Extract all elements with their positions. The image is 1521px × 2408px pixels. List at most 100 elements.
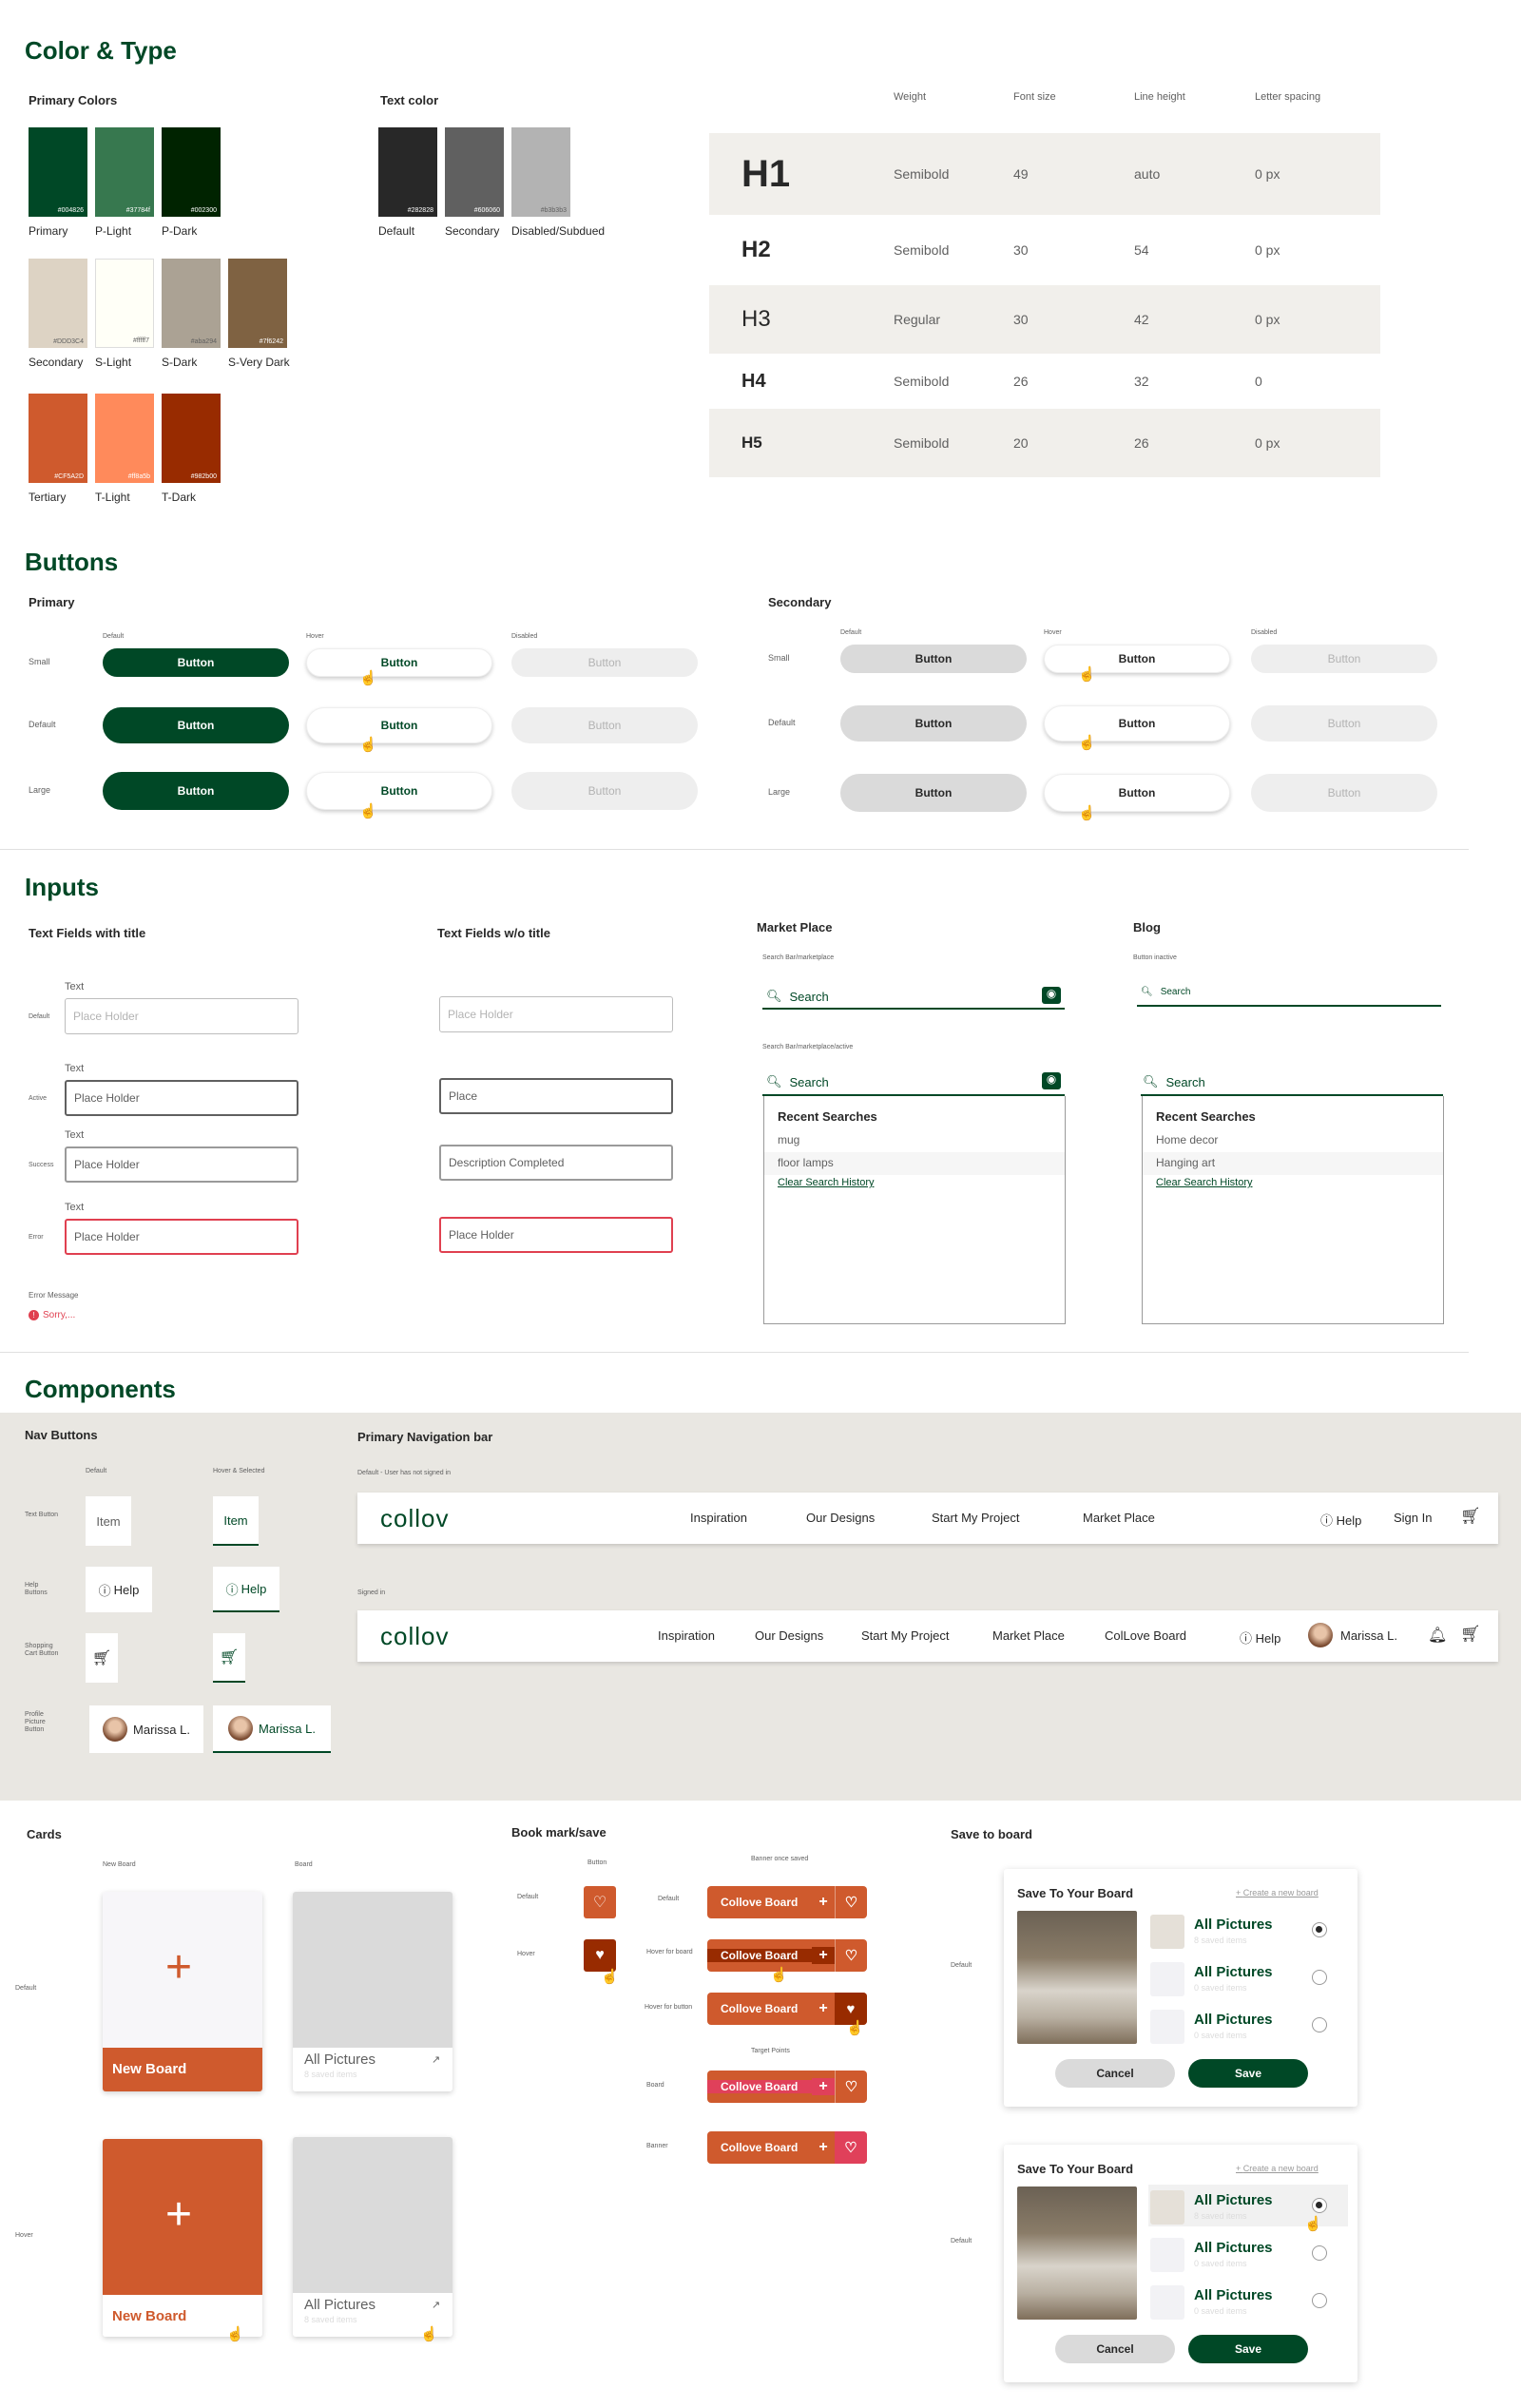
nav-link-our-designs[interactable]: Our Designs — [755, 1628, 823, 1643]
cancel-button[interactable]: Cancel — [1055, 2335, 1175, 2363]
primary-button-disabled[interactable]: Button — [511, 648, 698, 677]
collove-board-target-board[interactable]: Collove Board + ♡ — [707, 2071, 867, 2103]
sign-in-link[interactable]: Sign In — [1394, 1511, 1432, 1525]
cart-icon[interactable]: 🛒︎ — [213, 1633, 245, 1683]
board-option-row[interactable]: All Pictures 0 saved items — [1148, 2280, 1348, 2321]
clear-search-history-link[interactable]: Clear Search History — [1143, 1175, 1443, 1188]
secondary-button-disabled[interactable]: Button — [1251, 705, 1437, 742]
nav-help-button[interactable]: ⓘ Help — [86, 1567, 152, 1612]
blog-search-bar[interactable]: 🔍︎ Search — [1141, 987, 1190, 997]
nav-link-start-my-project[interactable]: Start My Project — [932, 1511, 1019, 1525]
camera-icon[interactable]: ◉ — [1042, 1072, 1061, 1089]
heart-icon[interactable]: ♡ — [835, 2131, 867, 2164]
text-field-with-title[interactable]: Place Holder — [65, 998, 298, 1034]
nav-link-our-designs[interactable]: Our Designs — [806, 1511, 875, 1525]
create-board-link[interactable]: + Create a new board — [1236, 2164, 1319, 2173]
nav-link-inspiration[interactable]: Inspiration — [690, 1511, 747, 1525]
secondary-button-disabled[interactable]: Button — [1251, 645, 1437, 673]
collov-logo[interactable]: collov — [380, 1622, 449, 1651]
collove-board-banner-hover-button[interactable]: Collove Board + ♥ — [707, 1993, 867, 2025]
recent-search-item[interactable]: Home decor — [1143, 1129, 1443, 1152]
nav-link-market-place[interactable]: Market Place — [992, 1628, 1065, 1643]
marketplace-search-bar-active[interactable]: 🔍︎ Search — [766, 1074, 829, 1089]
board-option-row[interactable]: All Pictures 0 saved items — [1148, 2232, 1348, 2274]
plus-icon[interactable]: + — [812, 2078, 835, 2095]
secondary-button-hover[interactable]: Button — [1044, 774, 1230, 812]
marketplace-search-bar[interactable]: 🔍︎ Search — [766, 989, 829, 1004]
plus-icon[interactable]: + — [812, 2000, 835, 2017]
primary-button-disabled[interactable]: Button — [511, 707, 698, 743]
nav-help-link[interactable]: ⓘ Help — [1320, 1511, 1361, 1529]
secondary-button[interactable]: Button — [840, 705, 1027, 742]
board-radio[interactable] — [1312, 1922, 1327, 1937]
board-card[interactable]: All Pictures 8 saved items ↗ — [293, 1892, 452, 2091]
primary-button-disabled[interactable]: Button — [511, 772, 698, 810]
text-field-without-title[interactable]: Description Completed — [439, 1145, 673, 1181]
board-radio[interactable] — [1312, 2017, 1327, 2032]
board-option-row[interactable]: All Pictures 0 saved items — [1148, 1956, 1348, 1998]
nav-link-start-my-project[interactable]: Start My Project — [861, 1628, 949, 1643]
create-board-link[interactable]: + Create a new board — [1236, 1888, 1319, 1898]
secondary-button[interactable]: Button — [840, 645, 1027, 673]
text-field-without-title[interactable]: Place Holder — [439, 996, 673, 1032]
secondary-button-disabled[interactable]: Button — [1251, 774, 1437, 812]
cart-icon[interactable]: 🛒︎ — [1460, 1507, 1481, 1526]
profile-button[interactable]: Marissa L. — [89, 1705, 203, 1753]
heart-icon[interactable]: ♥ — [584, 1939, 616, 1972]
nav-link-market-place[interactable]: Market Place — [1083, 1511, 1155, 1525]
board-option-row[interactable]: All Pictures 0 saved items — [1148, 2004, 1348, 2046]
plus-icon[interactable]: + — [812, 1947, 835, 1964]
recent-search-item[interactable]: floor lamps — [764, 1152, 1065, 1175]
secondary-button-hover[interactable]: Button — [1044, 645, 1230, 673]
profile-button[interactable]: Marissa L. — [1308, 1623, 1397, 1647]
edit-icon[interactable]: ↗ — [432, 2299, 440, 2311]
primary-button-hover[interactable]: Button — [306, 707, 492, 743]
primary-button[interactable]: Button — [103, 707, 289, 743]
board-radio[interactable] — [1312, 2198, 1327, 2213]
recent-search-item[interactable]: mug — [764, 1129, 1065, 1152]
text-field-without-title[interactable]: Place Holder — [439, 1217, 673, 1253]
nav-help-button-selected[interactable]: ⓘ Help — [213, 1567, 279, 1612]
primary-button-hover[interactable]: Button — [306, 772, 492, 810]
nav-link-inspiration[interactable]: Inspiration — [658, 1628, 715, 1643]
bell-icon[interactable]: 🔔︎ — [1428, 1626, 1447, 1645]
camera-icon[interactable]: ◉ — [1042, 987, 1061, 1004]
secondary-button[interactable]: Button — [840, 774, 1027, 812]
collove-board-target-banner[interactable]: Collove Board + ♡ — [707, 2131, 867, 2164]
nav-link-collove-board[interactable]: ColLove Board — [1105, 1628, 1186, 1643]
cancel-button[interactable]: Cancel — [1055, 2059, 1175, 2088]
board-radio[interactable] — [1312, 2245, 1327, 2261]
new-board-card[interactable]: + New Board — [103, 1892, 262, 2091]
blog-search-bar-active[interactable]: 🔍︎ Search — [1143, 1074, 1205, 1089]
nav-help-link[interactable]: ⓘ Help — [1240, 1628, 1280, 1647]
nav-item-button[interactable]: Item — [86, 1496, 131, 1546]
collove-board-banner[interactable]: Collove Board + ♡ — [707, 1886, 867, 1918]
cart-icon[interactable]: 🛒︎ — [1460, 1625, 1481, 1644]
heart-icon[interactable]: ♡ — [835, 1886, 867, 1918]
plus-icon[interactable]: + — [812, 2139, 835, 2156]
board-radio[interactable] — [1312, 2293, 1327, 2308]
collov-logo[interactable]: collov — [380, 1504, 449, 1533]
cart-icon[interactable]: 🛒︎ — [86, 1633, 118, 1683]
text-field-without-title[interactable]: Place — [439, 1078, 673, 1114]
save-button[interactable]: Save — [1188, 2059, 1308, 2088]
text-field-with-title[interactable]: Place Holder — [65, 1146, 298, 1183]
heart-icon[interactable]: ♡ — [835, 1939, 867, 1972]
board-option-row[interactable]: All Pictures 8 saved items — [1148, 1909, 1348, 1951]
secondary-button-hover[interactable]: Button — [1044, 705, 1230, 742]
edit-icon[interactable]: ↗ — [432, 2053, 440, 2066]
heart-icon[interactable]: ♡ — [835, 2071, 867, 2103]
recent-search-item[interactable]: Hanging art — [1143, 1152, 1443, 1175]
save-button[interactable]: Save — [1188, 2335, 1308, 2363]
plus-icon[interactable]: + — [812, 1894, 835, 1911]
primary-button[interactable]: Button — [103, 648, 289, 677]
primary-button[interactable]: Button — [103, 772, 289, 810]
profile-button-selected[interactable]: Marissa L. — [213, 1705, 331, 1753]
clear-search-history-link[interactable]: Clear Search History — [764, 1175, 1065, 1188]
nav-item-button-selected[interactable]: Item — [213, 1496, 259, 1546]
new-board-card-hover[interactable]: + New Board — [103, 2139, 262, 2337]
primary-button-hover[interactable]: Button — [306, 648, 492, 677]
board-radio[interactable] — [1312, 1970, 1327, 1985]
text-field-with-title[interactable]: Place Holder — [65, 1080, 298, 1116]
board-card-hover[interactable]: All Pictures 8 saved items ↗ — [293, 2137, 452, 2337]
